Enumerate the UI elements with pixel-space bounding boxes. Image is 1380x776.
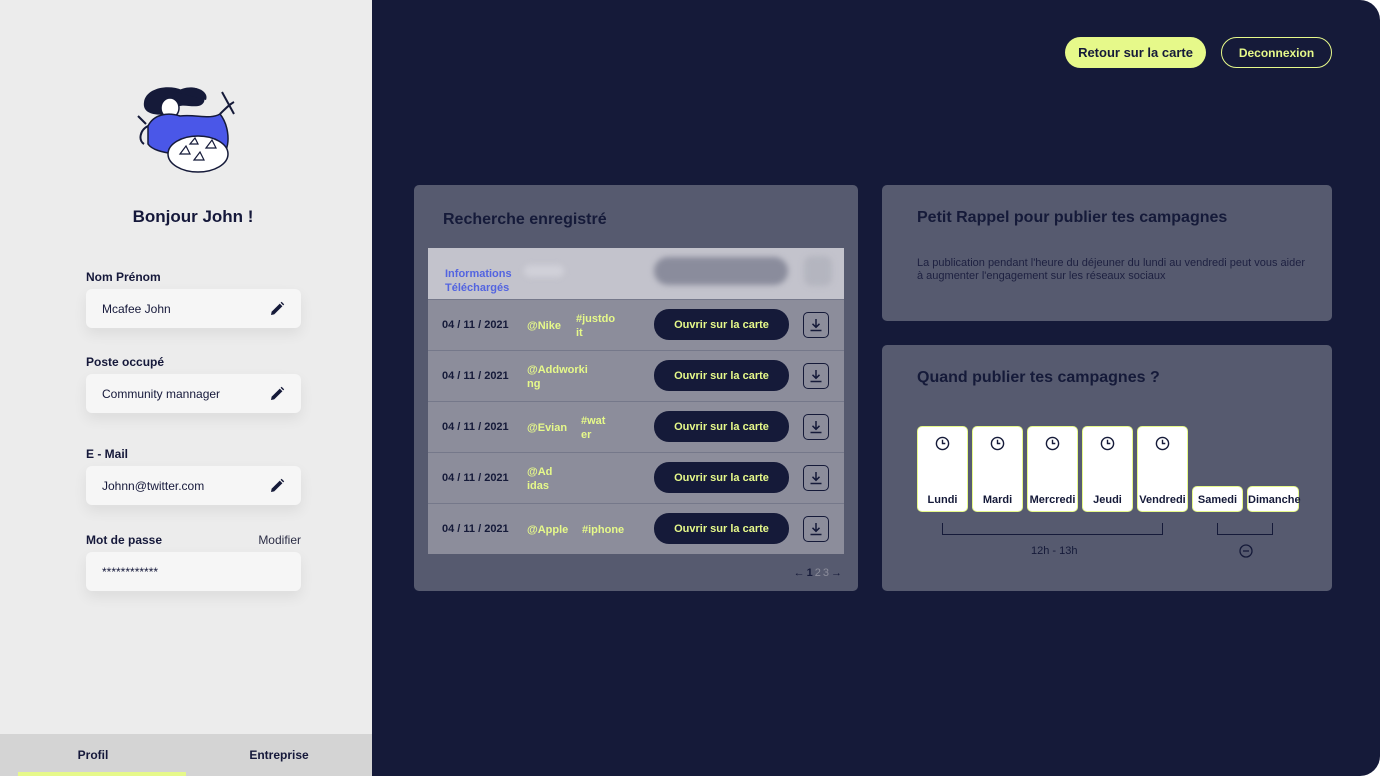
schedule-card: Quand publier tes campagnes ? Lundi Mard… xyxy=(882,345,1332,591)
row-date: 04 / 11 / 2021 xyxy=(442,523,509,535)
row-hashtag: #iphone xyxy=(582,524,625,536)
table-row: 04 / 11 / 2021 @Nike #justdoit Ouvrir su… xyxy=(428,299,844,350)
download-button[interactable] xyxy=(803,465,829,491)
clock-icon xyxy=(1155,436,1170,451)
tab-profil[interactable]: Profil xyxy=(0,734,186,776)
day-card-dimanche[interactable]: Dimanche xyxy=(1247,486,1301,512)
download-icon xyxy=(810,472,822,485)
password-input[interactable] xyxy=(102,564,285,579)
download-button[interactable] xyxy=(803,414,829,440)
position-input[interactable] xyxy=(102,386,269,401)
day-card-lundi[interactable]: Lundi xyxy=(917,426,968,512)
name-label: Nom Prénom xyxy=(86,270,161,284)
row-account: @Addworking xyxy=(527,364,588,390)
name-field[interactable] xyxy=(86,289,301,328)
row-date: 04 / 11 / 2021 xyxy=(442,472,509,484)
download-button[interactable] xyxy=(803,363,829,389)
logout-button[interactable]: Deconnexion xyxy=(1221,37,1332,68)
day-label: Samedi xyxy=(1197,494,1238,506)
day-label: Mardi xyxy=(982,494,1013,506)
sidebar-tabs: Profil Entreprise xyxy=(0,734,372,776)
name-input[interactable] xyxy=(102,301,269,316)
day-card-mardi[interactable]: Mardi xyxy=(972,426,1023,512)
weekend-bracket xyxy=(1217,523,1273,535)
pencil-icon[interactable] xyxy=(269,478,285,494)
open-on-map-button[interactable]: Ouvrir sur la carte xyxy=(654,360,789,391)
table-row: 04 / 11 / 2021 @Apple #iphone Ouvrir sur… xyxy=(428,503,844,554)
day-card-mercredi[interactable]: Mercredi xyxy=(1027,426,1078,512)
row-hashtag: #water xyxy=(581,415,606,441)
open-on-map-button[interactable]: Ouvrir sur la carte xyxy=(654,462,789,493)
download-icon xyxy=(810,370,822,383)
table-header: Informations Téléchargés xyxy=(428,248,844,299)
greeting-title: Bonjour John ! xyxy=(132,207,254,226)
table-row: 04 / 11 / 2021 @Addworking Ouvrir sur la… xyxy=(428,350,844,401)
table-row: 04 / 11 / 2021 @Evian #water Ouvrir sur … xyxy=(428,401,844,452)
download-button[interactable] xyxy=(803,516,829,542)
reminder-card: Petit Rappel pour publier tes campagnes … xyxy=(882,185,1332,321)
next-page-arrow[interactable]: → xyxy=(831,567,842,579)
download-button[interactable] xyxy=(803,312,829,338)
day-card-vendredi[interactable]: Vendredi xyxy=(1137,426,1188,512)
clock-icon xyxy=(1045,436,1060,451)
profile-sidebar: Bonjour John ! Nom Prénom Poste occupé E… xyxy=(0,0,372,776)
position-field[interactable] xyxy=(86,374,301,413)
minus-circle-icon xyxy=(1239,544,1253,558)
page-3[interactable]: 3 xyxy=(823,567,829,579)
password-label: Mot de passe xyxy=(86,533,163,547)
password-field[interactable] xyxy=(86,552,301,591)
schedule-title: Quand publier tes campagnes ? xyxy=(917,369,1160,386)
pencil-icon[interactable] xyxy=(269,386,285,402)
row-account: @Adidas xyxy=(527,466,553,492)
clock-icon xyxy=(935,436,950,451)
blurred-header-icon xyxy=(804,256,832,286)
blurred-header-text xyxy=(524,265,564,277)
reminder-text: La publication pendant l'heure du déjeun… xyxy=(917,257,1306,282)
open-on-map-button[interactable]: Ouvrir sur la carte xyxy=(654,309,789,340)
email-input[interactable] xyxy=(102,478,269,493)
download-icon xyxy=(810,319,822,332)
main-area: Retour sur la carte Deconnexion Recherch… xyxy=(372,0,1380,776)
page-1[interactable]: 1 xyxy=(807,567,813,579)
table-row: 04 / 11 / 2021 @Adidas Ouvrir sur la car… xyxy=(428,452,844,503)
prev-page-arrow[interactable]: ← xyxy=(794,567,805,579)
row-date: 04 / 11 / 2021 xyxy=(442,370,509,382)
back-to-map-button[interactable]: Retour sur la carte xyxy=(1065,37,1206,68)
row-date: 04 / 11 / 2021 xyxy=(442,421,509,433)
user-avatar xyxy=(137,87,235,173)
open-on-map-button[interactable]: Ouvrir sur la carte xyxy=(654,411,789,442)
position-label: Poste occupé xyxy=(86,355,165,369)
open-on-map-button[interactable]: Ouvrir sur la carte xyxy=(654,513,789,544)
saved-searches-card: Recherche enregistré Informations Téléch… xyxy=(414,185,858,591)
pagination: ← 1 2 3 → xyxy=(794,567,842,579)
day-label: Jeudi xyxy=(1093,494,1122,506)
pencil-icon[interactable] xyxy=(269,301,285,317)
saved-searches-title: Recherche enregistré xyxy=(443,211,607,228)
clock-icon xyxy=(990,436,1005,451)
day-label: Mercredi xyxy=(1029,494,1076,506)
day-card-samedi[interactable]: Samedi xyxy=(1192,486,1243,512)
row-date: 04 / 11 / 2021 xyxy=(442,319,509,331)
weekday-bracket xyxy=(942,523,1163,535)
row-account: @Evian xyxy=(527,422,568,434)
row-account: @Apple xyxy=(527,524,569,536)
day-label: Lundi xyxy=(927,494,958,506)
day-card-jeudi[interactable]: Jeudi xyxy=(1082,426,1133,512)
download-icon xyxy=(810,421,822,434)
modify-password-link[interactable]: Modifier xyxy=(258,533,301,547)
day-label: Vendredi xyxy=(1139,494,1186,506)
reminder-title: Petit Rappel pour publier tes campagnes xyxy=(917,209,1228,226)
tab-entreprise[interactable]: Entreprise xyxy=(186,734,372,776)
clock-icon xyxy=(1100,436,1115,451)
weekday-time-range: 12h - 13h xyxy=(1031,545,1078,557)
email-field[interactable] xyxy=(86,466,301,505)
download-icon xyxy=(810,523,822,536)
day-label: Dimanche xyxy=(1248,494,1301,506)
page-2[interactable]: 2 xyxy=(815,567,821,579)
blurred-header-button xyxy=(654,257,788,285)
saved-searches-table: Informations Téléchargés 04 / 11 / 2021 … xyxy=(428,248,844,554)
downloaded-info-header: Informations Téléchargés xyxy=(445,268,512,294)
email-label: E - Mail xyxy=(86,447,129,461)
row-hashtag: #justdoit xyxy=(576,313,616,339)
